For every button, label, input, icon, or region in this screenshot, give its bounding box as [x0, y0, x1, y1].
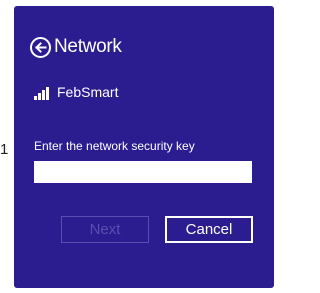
arrow-left-circle-icon — [35, 41, 47, 53]
network-name: FebSmart — [57, 84, 119, 100]
cancel-button[interactable]: Cancel — [165, 216, 253, 243]
page-title: Network — [54, 36, 122, 57]
side-number-label: 1 — [0, 141, 9, 158]
panel-header: Network — [30, 34, 122, 60]
network-entry: FebSmart — [34, 84, 118, 100]
screen: 1 Network FebSmart Enter the network sec… — [0, 0, 282, 293]
security-key-label: Enter the network security key — [34, 139, 195, 153]
network-connect-panel: Network FebSmart Enter the network secur… — [14, 6, 274, 288]
security-key-input[interactable] — [34, 161, 252, 183]
back-button[interactable] — [30, 36, 51, 58]
next-button[interactable]: Next — [61, 216, 149, 243]
wifi-signal-bars-icon — [34, 87, 49, 100]
